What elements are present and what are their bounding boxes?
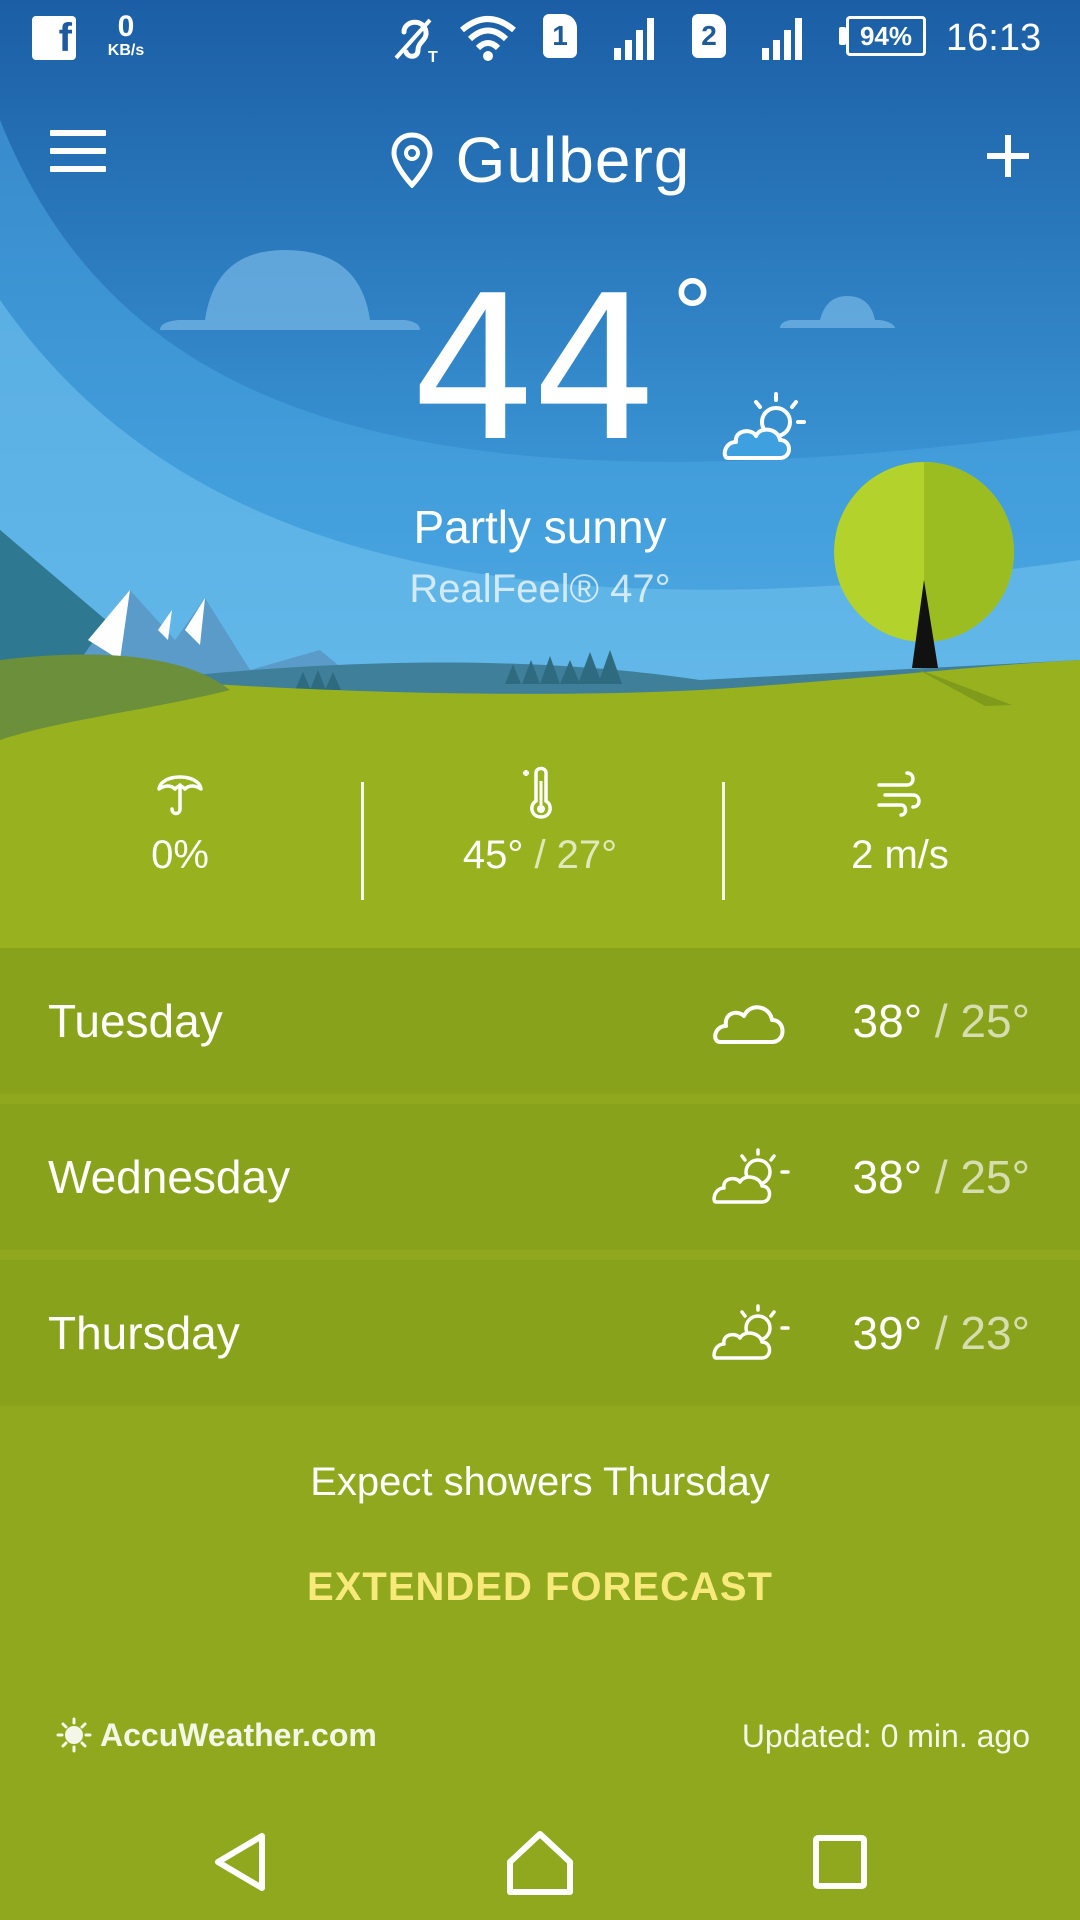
high-temperature: 45° bbox=[462, 833, 524, 877]
forecast-temps: 38° / 25° bbox=[853, 994, 1030, 1048]
signal-icon bbox=[614, 18, 654, 60]
hearing-aid-icon: T bbox=[394, 18, 438, 64]
forecast-day: Tuesday bbox=[48, 995, 223, 1047]
forecast-day: Thursday bbox=[48, 1307, 240, 1359]
forecast-summary: Expect showers Thursday bbox=[310, 1460, 770, 1504]
partly-sunny-icon bbox=[712, 1148, 790, 1204]
forecast-temps: 39° / 23° bbox=[853, 1306, 1030, 1360]
forecast-row[interactable]: Tuesday 38° / 25° bbox=[0, 948, 1080, 1094]
forecast-low: / 23° bbox=[934, 1307, 1030, 1359]
temperature-range: 45° / 27° bbox=[463, 833, 617, 878]
updated-time: Updated: 0 min. ago bbox=[741, 1718, 1030, 1754]
clock: 16:13 bbox=[946, 16, 1042, 59]
partly-sunny-icon bbox=[712, 1304, 790, 1360]
umbrella-icon bbox=[157, 775, 203, 816]
wind-stat: 2 m/s bbox=[720, 765, 1080, 905]
sun-logo-icon bbox=[56, 1717, 92, 1753]
sim1-indicator: 1 bbox=[543, 14, 577, 58]
low-temperature: / 27° bbox=[534, 833, 618, 877]
wind-speed: 2 m/s bbox=[851, 833, 949, 877]
forecast-temps: 38° / 25° bbox=[853, 1150, 1030, 1204]
location-name: Gulberg bbox=[455, 124, 691, 196]
battery-icon: 94% bbox=[846, 16, 926, 56]
network-speed: 0 KB/s bbox=[96, 6, 156, 66]
recent-apps-icon[interactable] bbox=[800, 1822, 880, 1902]
accuweather-logo[interactable]: AccuWeather.com bbox=[56, 1713, 377, 1757]
navigation-bar bbox=[0, 1800, 1080, 1920]
svg-text:T: T bbox=[428, 49, 438, 64]
forecast-high: 38° bbox=[852, 995, 923, 1047]
brand-name: AccuWeather.com bbox=[100, 1716, 377, 1753]
wifi-icon bbox=[460, 16, 516, 61]
forecast-high: 38° bbox=[852, 1151, 923, 1203]
precipitation-stat: 0% bbox=[0, 765, 360, 905]
cloud-icon bbox=[713, 1005, 785, 1044]
realfeel-temperature: RealFeel® 47° bbox=[409, 567, 671, 611]
back-icon[interactable] bbox=[200, 1822, 280, 1902]
location-pin-icon bbox=[391, 132, 433, 188]
condition-text: Partly sunny bbox=[413, 501, 667, 553]
wind-icon bbox=[877, 771, 921, 817]
battery-tip bbox=[839, 27, 846, 45]
forecast-low: / 25° bbox=[934, 995, 1030, 1047]
divider bbox=[361, 782, 364, 900]
current-temperature: 44 bbox=[410, 253, 659, 486]
forecast-high: 39° bbox=[852, 1307, 923, 1359]
stats-row: 0% 45° / 27° 2 m/s bbox=[0, 765, 1080, 905]
precipitation-value: 0% bbox=[151, 833, 209, 877]
status-bar: f 0 KB/s T 1 2 94% 16:13 bbox=[0, 0, 1080, 78]
sim2-indicator: 2 bbox=[692, 14, 726, 58]
facebook-icon: f bbox=[32, 16, 76, 60]
thermometer-icon bbox=[523, 766, 552, 819]
home-icon[interactable] bbox=[500, 1822, 580, 1902]
temperature-range-stat: 45° / 27° bbox=[360, 765, 720, 905]
forecast-low: / 25° bbox=[934, 1151, 1030, 1203]
degree-symbol: ° bbox=[670, 262, 715, 367]
location-header[interactable]: Gulberg bbox=[0, 115, 1080, 205]
network-speed-unit: KB/s bbox=[107, 42, 145, 59]
extended-forecast-link[interactable]: EXTENDED FORECAST bbox=[0, 1565, 1080, 1610]
partly-sunny-icon bbox=[722, 392, 806, 460]
forecast-row[interactable]: Thursday 39° / 23° bbox=[0, 1260, 1080, 1406]
plus-icon[interactable] bbox=[985, 133, 1031, 179]
network-speed-value: 0 bbox=[117, 10, 135, 43]
forecast-row[interactable]: Wednesday 38° / 25° bbox=[0, 1104, 1080, 1250]
forecast-day: Wednesday bbox=[48, 1151, 291, 1203]
signal-icon bbox=[762, 18, 802, 60]
divider bbox=[722, 782, 725, 900]
